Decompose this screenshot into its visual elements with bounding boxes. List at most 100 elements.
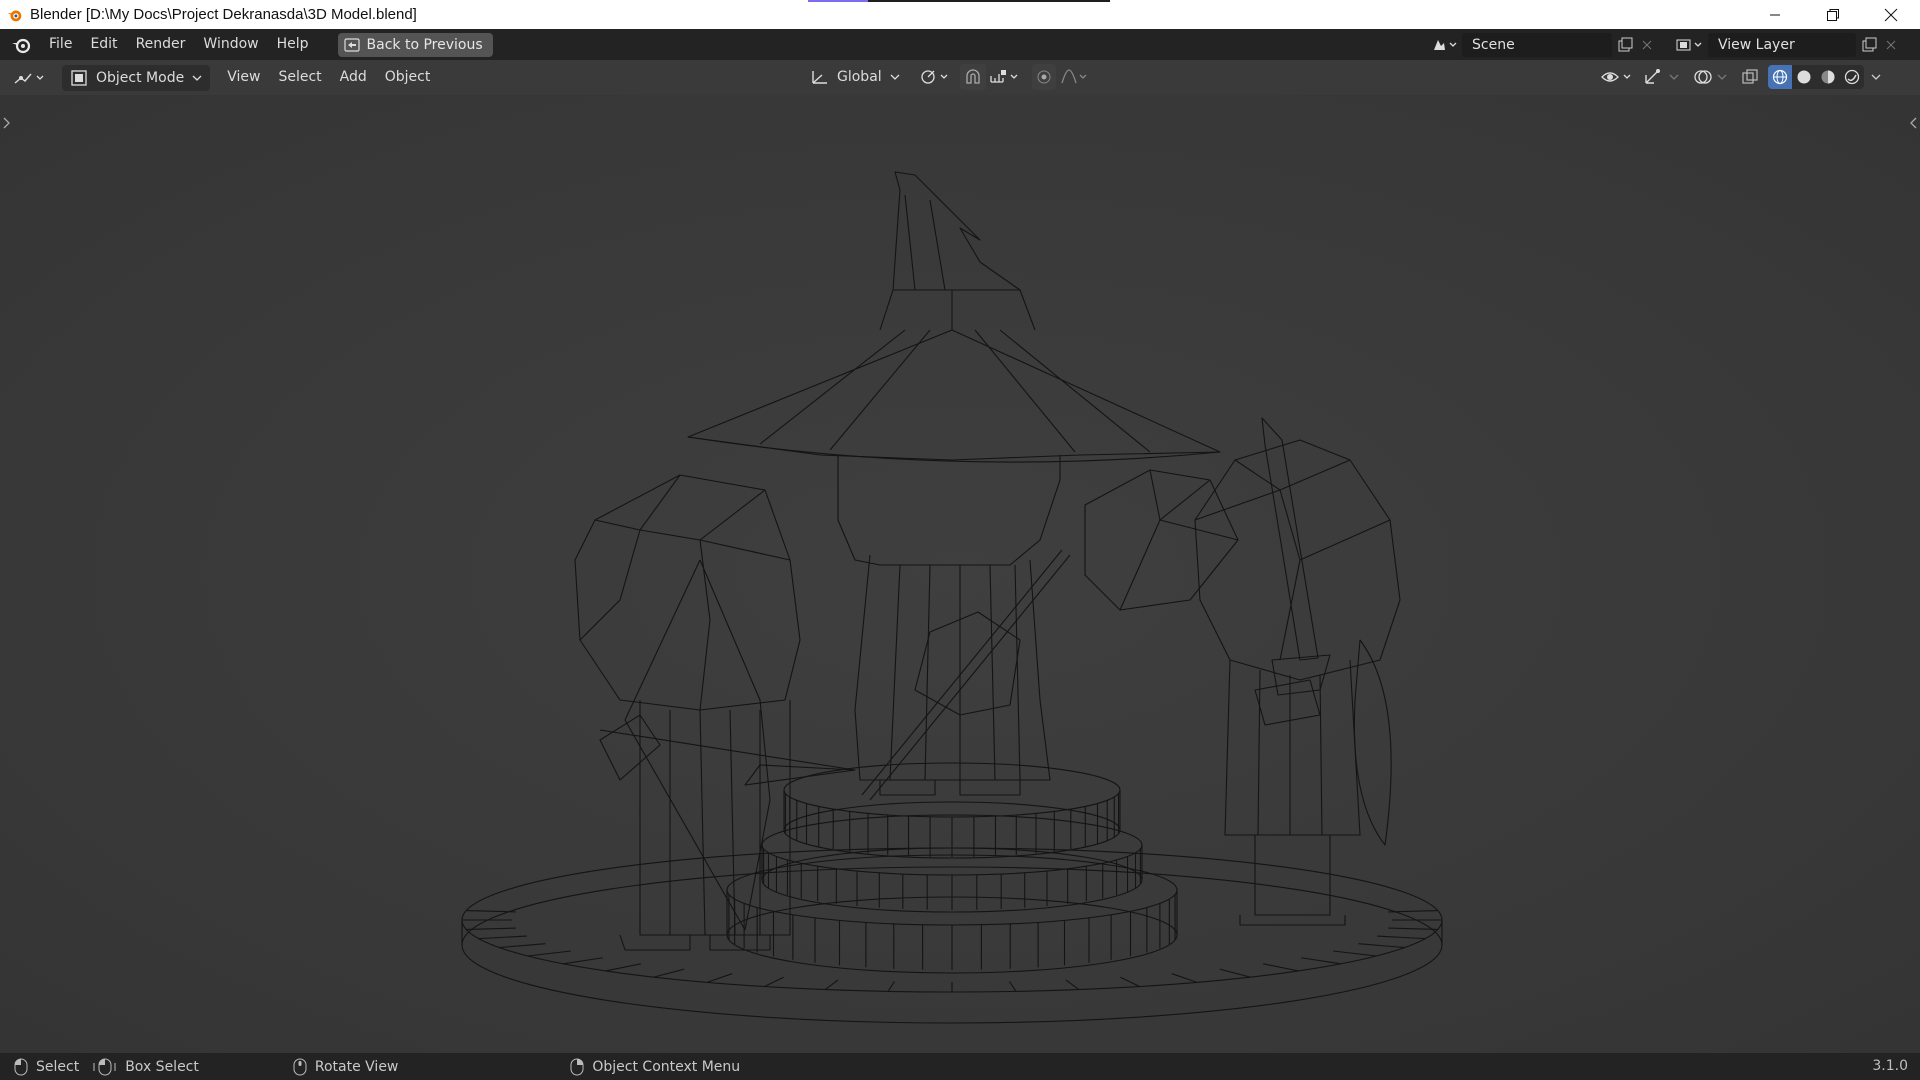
snap-toggle[interactable] bbox=[959, 64, 986, 90]
mouse-left-icon bbox=[14, 1058, 28, 1075]
chevron-down-icon bbox=[192, 75, 202, 81]
chevron-down-icon bbox=[1871, 74, 1881, 80]
window-titlebar: Blender [D:\My Docs\Project Dekranasda\3… bbox=[0, 0, 1920, 29]
base-edge bbox=[764, 976, 784, 988]
transform-orientation-label: Global bbox=[837, 69, 882, 85]
wizard-hat bbox=[687, 171, 1221, 463]
base-edge bbox=[563, 957, 604, 965]
viewport-menu-add[interactable]: Add bbox=[331, 62, 376, 93]
orientation-icon bbox=[812, 71, 827, 84]
scene-name-field[interactable]: Scene bbox=[1462, 32, 1612, 57]
object-mode-dropdown[interactable]: Object Mode bbox=[62, 64, 211, 91]
view-layer-selector: View Layer bbox=[1672, 32, 1900, 57]
shading-wireframe-button[interactable] bbox=[1768, 65, 1792, 89]
transform-orientation-dropdown[interactable]: Global bbox=[804, 64, 906, 90]
pivot-icon bbox=[921, 70, 948, 84]
view-layer-name-field[interactable]: View Layer bbox=[1708, 32, 1856, 57]
back-to-previous-button[interactable]: Back to Previous bbox=[337, 32, 493, 57]
shading-mode-group bbox=[1768, 65, 1864, 89]
base-edge bbox=[1008, 981, 1017, 992]
wireframe-model[interactable] bbox=[0, 95, 1920, 1053]
knight-figure bbox=[1194, 417, 1401, 926]
falloff-curve-icon bbox=[1061, 69, 1087, 84]
gizmo-icon bbox=[1645, 69, 1660, 84]
status-rotate-view-label: Rotate View bbox=[314, 1058, 399, 1075]
status-bar: Select Box Select Rotate View Object Con… bbox=[0, 1053, 1920, 1080]
delete-scene-icon[interactable] bbox=[1638, 33, 1656, 57]
solid-sphere-icon bbox=[1797, 70, 1811, 84]
menu-help[interactable]: Help bbox=[268, 29, 318, 60]
new-scene-icon[interactable] bbox=[1612, 33, 1638, 57]
base-edge bbox=[499, 943, 546, 949]
base-edge bbox=[478, 935, 528, 940]
menu-edit[interactable]: Edit bbox=[81, 29, 126, 60]
close-icon[interactable] bbox=[1862, 0, 1920, 29]
back-screen-icon bbox=[343, 37, 360, 52]
blender-app-icon bbox=[7, 10, 22, 21]
viewport-menu-view[interactable]: View bbox=[218, 62, 269, 93]
object-mode-label: Object Mode bbox=[96, 69, 185, 86]
overlays-dropdown[interactable] bbox=[1716, 64, 1728, 90]
window-title: Blender [D:\My Docs\Project Dekranasda\3… bbox=[30, 6, 417, 23]
scene-browse-icon[interactable] bbox=[1428, 33, 1462, 57]
shading-material-button[interactable] bbox=[1816, 65, 1840, 89]
delete-view-layer-icon[interactable] bbox=[1882, 33, 1900, 57]
wireframe-sphere-icon bbox=[1772, 69, 1788, 85]
back-button-label: Back to Previous bbox=[366, 36, 483, 53]
shading-solid-button[interactable] bbox=[1792, 65, 1816, 89]
base-edge bbox=[706, 973, 733, 983]
view-layer-browse-icon[interactable] bbox=[1672, 33, 1708, 57]
base-edge bbox=[1376, 935, 1426, 940]
new-view-layer-icon[interactable] bbox=[1856, 33, 1882, 57]
shading-rendered-button[interactable] bbox=[1840, 65, 1864, 89]
xray-toggle[interactable] bbox=[1740, 64, 1760, 90]
mouse-drag-icon bbox=[93, 1058, 116, 1075]
editor-type-button[interactable] bbox=[12, 65, 52, 91]
base-edge bbox=[1263, 963, 1299, 972]
base-edge bbox=[887, 981, 896, 992]
blender-version: 3.1.0 bbox=[1872, 1058, 1908, 1074]
menu-window[interactable]: Window bbox=[194, 29, 267, 60]
shading-options-dropdown[interactable] bbox=[1870, 64, 1882, 90]
base-edge bbox=[605, 963, 641, 972]
visibility-dropdown[interactable] bbox=[1600, 64, 1636, 90]
snap-target-dropdown[interactable] bbox=[988, 64, 1022, 90]
viewport-menu-object[interactable]: Object bbox=[376, 62, 440, 93]
mouse-middle-icon bbox=[293, 1058, 307, 1075]
chevron-down-icon bbox=[890, 74, 900, 80]
archer-figure bbox=[574, 474, 856, 951]
base-edge bbox=[1358, 943, 1405, 949]
proportional-falloff-dropdown[interactable] bbox=[1060, 64, 1090, 90]
status-rotate-view: Rotate View bbox=[293, 1058, 399, 1076]
scene-name-label: Scene bbox=[1472, 36, 1515, 53]
eye-icon bbox=[1601, 72, 1631, 82]
gizmo-toggle[interactable] bbox=[1642, 64, 1664, 90]
base-edge bbox=[466, 910, 516, 913]
menu-render[interactable]: Render bbox=[127, 29, 195, 60]
chevron-down-icon bbox=[1717, 74, 1727, 80]
menu-file[interactable]: File bbox=[40, 29, 81, 60]
stepped-pedestal bbox=[726, 762, 1178, 974]
object-mode-icon bbox=[71, 69, 87, 86]
scene-selector: Scene bbox=[1428, 32, 1656, 57]
overlays-toggle[interactable] bbox=[1692, 64, 1714, 90]
restore-icon[interactable] bbox=[1804, 0, 1862, 29]
top-menu-bar: File Edit Render Window Help Back to Pre… bbox=[0, 29, 1920, 60]
minimize-icon[interactable] bbox=[1746, 0, 1804, 29]
status-box-select-label: Box Select bbox=[125, 1058, 199, 1075]
chevron-down-icon bbox=[1669, 74, 1679, 80]
title-accent-line bbox=[808, 0, 1110, 2]
base-edge bbox=[653, 968, 685, 978]
proportional-edit-toggle[interactable] bbox=[1031, 64, 1056, 90]
3d-viewport[interactable] bbox=[0, 95, 1920, 1053]
status-context-menu-label: Object Context Menu bbox=[592, 1058, 741, 1075]
status-box-select: Box Select bbox=[93, 1058, 199, 1076]
blender-logo-icon[interactable] bbox=[10, 34, 32, 56]
proportional-edit-icon bbox=[1037, 70, 1051, 84]
editor-type-icon bbox=[14, 73, 44, 84]
snap-increment-icon bbox=[990, 70, 1018, 83]
gizmo-dropdown[interactable] bbox=[1668, 64, 1680, 90]
viewport-menu-select[interactable]: Select bbox=[269, 62, 330, 93]
material-sphere-icon bbox=[1821, 70, 1835, 84]
pivot-point-dropdown[interactable] bbox=[918, 64, 952, 90]
